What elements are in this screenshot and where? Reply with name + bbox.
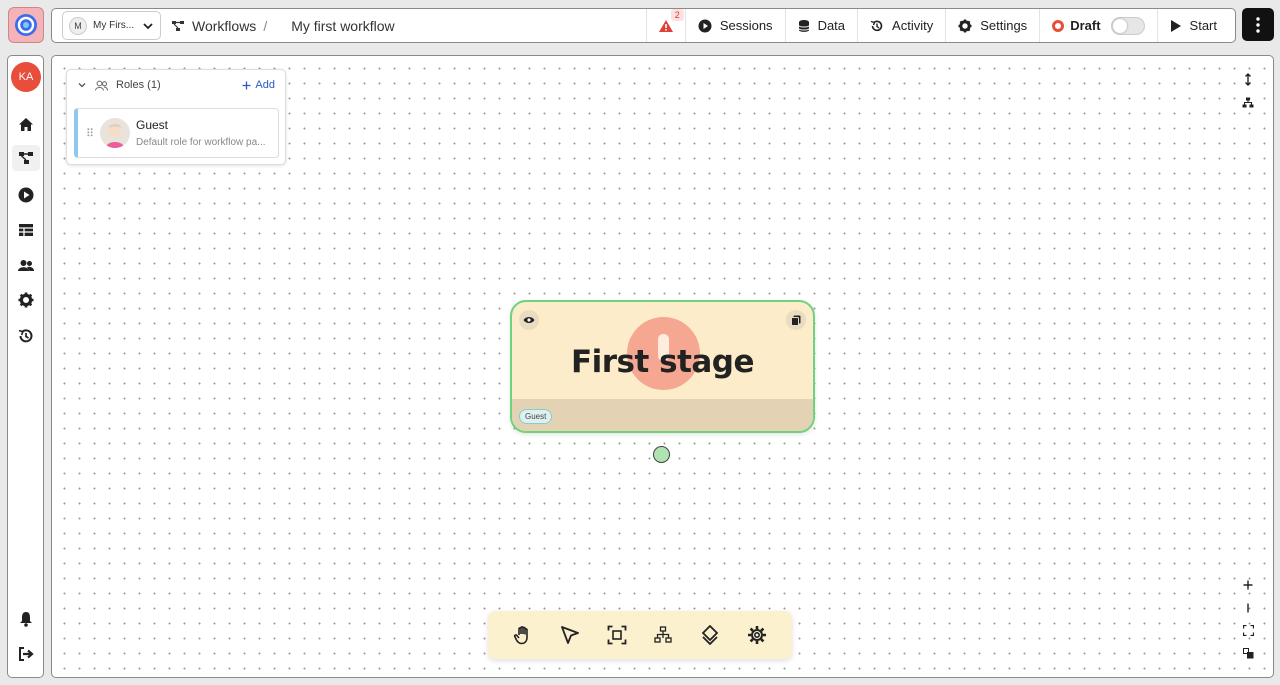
users-icon[interactable] <box>16 255 36 275</box>
copy-icon <box>791 315 801 326</box>
stage-node[interactable]: First stage Guest <box>510 300 815 433</box>
expand-vertical-button[interactable] <box>1237 68 1259 90</box>
fullscreen-icon <box>1242 624 1254 636</box>
play-icon <box>1170 19 1181 32</box>
sessions-button[interactable]: Sessions <box>684 9 785 42</box>
user-avatar[interactable]: KA <box>11 62 41 92</box>
workspace-selector[interactable]: M My Firs... <box>62 11 161 40</box>
gear-icon <box>958 19 972 32</box>
workspace-avatar: M <box>69 16 87 35</box>
eye-icon <box>523 317 535 323</box>
start-label: Start <box>1189 18 1217 33</box>
zoom-level-icon <box>1247 603 1249 613</box>
activity-label: Activity <box>892 18 934 33</box>
breadcrumb-workflows-link[interactable]: Workflows <box>192 18 256 34</box>
data-button[interactable]: Data <box>784 9 857 42</box>
pointer-icon <box>561 626 579 644</box>
frame-icon <box>607 625 627 645</box>
zoom-slider[interactable] <box>1237 597 1259 619</box>
stage-role-tag: Guest <box>519 409 553 424</box>
add-role-label: Add <box>255 79 275 91</box>
draft-label: Draft <box>1070 18 1101 33</box>
stage-connection-handle[interactable] <box>653 446 670 463</box>
alerts-button[interactable]: 2 <box>645 9 685 42</box>
sidebar: KA <box>7 55 44 678</box>
start-button[interactable]: Start <box>1156 9 1235 42</box>
publish-toggle[interactable] <box>1110 16 1145 35</box>
logout-icon[interactable] <box>16 644 36 664</box>
gear-icon[interactable] <box>16 290 36 310</box>
workspace-name: My Firs... <box>93 20 135 31</box>
draft-status: Draft <box>1039 9 1156 42</box>
preview-button[interactable] <box>519 310 539 330</box>
plus-icon <box>1243 580 1253 590</box>
canvas-settings-button[interactable] <box>742 620 772 650</box>
breadcrumb: Workflows / <box>171 18 267 34</box>
workflow-icon <box>172 20 184 31</box>
bell-icon[interactable] <box>16 609 36 629</box>
role-description: Default role for workflow pa... <box>136 137 266 148</box>
toggle-knob <box>1112 18 1127 33</box>
workflow-icon[interactable] <box>12 145 40 171</box>
plus-icon <box>242 81 251 89</box>
status-dot-icon <box>1052 19 1065 32</box>
workflow-canvas[interactable]: Roles (1) Add ⠿ Guest Default role for w… <box>51 55 1274 678</box>
vertical-arrows-icon <box>1245 72 1251 86</box>
breadcrumb-separator: / <box>263 17 268 34</box>
play-icon[interactable] <box>16 185 36 205</box>
fit-view-button[interactable] <box>1237 619 1259 641</box>
stage-title: First stage <box>570 344 755 380</box>
alert-count-badge: 2 <box>670 9 684 21</box>
hierarchy-icon <box>1242 97 1254 107</box>
settings-button[interactable]: Settings <box>945 9 1039 42</box>
role-card-guest[interactable]: ⠿ Guest Default role for workflow pa... <box>74 108 279 158</box>
hierarchy-icon <box>654 626 672 643</box>
condition-tool-button[interactable] <box>695 620 725 650</box>
kebab-menu-icon <box>1256 16 1260 33</box>
logo-icon <box>15 14 37 36</box>
more-menu-button[interactable] <box>1242 8 1274 41</box>
settings-label: Settings <box>980 18 1028 33</box>
data-label: Data <box>817 18 846 33</box>
users-icon <box>95 80 108 91</box>
role-avatar <box>100 118 130 148</box>
app-logo[interactable] <box>8 7 44 43</box>
add-role-button[interactable]: Add <box>242 79 275 91</box>
sessions-label: Sessions <box>719 18 773 33</box>
top-bar: M My Firs... Workflows / My first workfl… <box>51 8 1236 43</box>
zoom-in-button[interactable] <box>1237 574 1259 596</box>
chevron-down-icon[interactable] <box>77 80 87 90</box>
activity-button[interactable]: Activity <box>857 9 945 42</box>
workflow-title[interactable]: My first workflow <box>291 18 394 34</box>
role-name: Guest <box>136 118 169 132</box>
roles-panel: Roles (1) Add ⠿ Guest Default role for w… <box>66 69 286 165</box>
roles-header-label: Roles (1) <box>116 79 161 91</box>
history-icon[interactable] <box>16 326 36 346</box>
hand-tool-button[interactable] <box>508 620 538 650</box>
minimap-icon <box>1242 647 1253 658</box>
layout-tool-button[interactable] <box>648 620 678 650</box>
warning-icon <box>658 19 673 32</box>
minimap-button[interactable] <box>1237 642 1259 664</box>
home-icon[interactable] <box>16 114 36 134</box>
frame-tool-button[interactable] <box>602 620 632 650</box>
diamond-icon <box>701 625 719 645</box>
table-icon[interactable] <box>16 220 36 240</box>
canvas-toolbar <box>488 611 792 659</box>
gear-icon <box>747 626 766 644</box>
select-tool-button[interactable] <box>555 620 585 650</box>
chevron-down-icon <box>143 22 153 29</box>
hand-icon <box>514 626 529 645</box>
history-icon <box>870 20 883 31</box>
auto-layout-button[interactable] <box>1237 91 1259 113</box>
drag-handle-icon[interactable]: ⠿ <box>86 127 94 140</box>
database-icon <box>798 19 810 32</box>
duplicate-stage-button[interactable] <box>786 310 806 330</box>
play-circle-icon <box>698 19 712 32</box>
stage-footer <box>512 399 813 431</box>
